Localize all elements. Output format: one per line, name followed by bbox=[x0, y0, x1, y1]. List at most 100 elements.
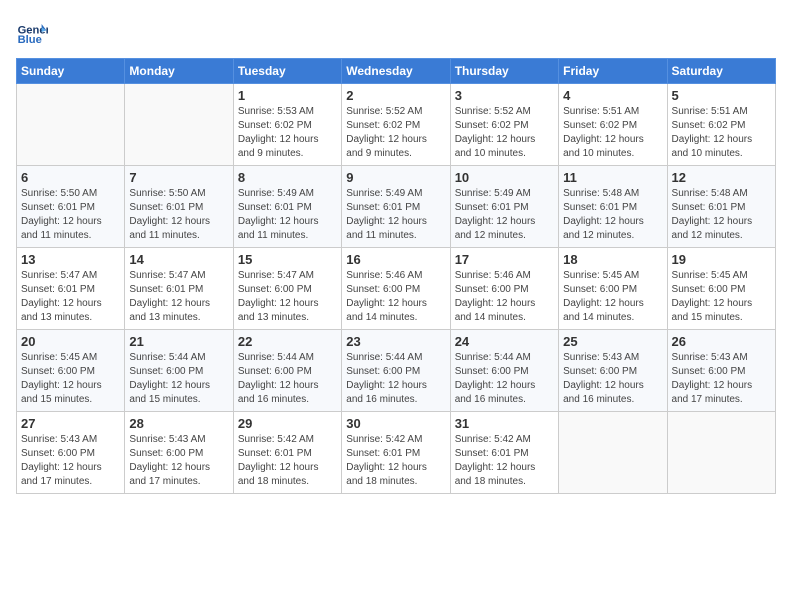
day-info: Sunrise: 5:46 AM Sunset: 6:00 PM Dayligh… bbox=[346, 269, 445, 325]
calendar-cell: 29 Sunrise: 5:42 AM Sunset: 6:01 PM Dayli… bbox=[233, 412, 341, 494]
calendar-cell: 16 Sunrise: 5:46 AM Sunset: 6:00 PM Dayli… bbox=[342, 248, 450, 330]
day-info: Sunrise: 5:50 AM Sunset: 6:01 PM Dayligh… bbox=[129, 187, 228, 243]
day-number: 20 bbox=[21, 334, 120, 349]
calendar-week-row: 6 Sunrise: 5:50 AM Sunset: 6:01 PM Daylig… bbox=[17, 166, 776, 248]
day-number: 5 bbox=[672, 88, 771, 103]
day-info: Sunrise: 5:43 AM Sunset: 6:00 PM Dayligh… bbox=[129, 433, 228, 489]
day-info: Sunrise: 5:47 AM Sunset: 6:01 PM Dayligh… bbox=[129, 269, 228, 325]
calendar-cell: 4 Sunrise: 5:51 AM Sunset: 6:02 PM Daylig… bbox=[559, 84, 667, 166]
day-number: 18 bbox=[563, 252, 662, 267]
day-info: Sunrise: 5:45 AM Sunset: 6:00 PM Dayligh… bbox=[563, 269, 662, 325]
day-info: Sunrise: 5:49 AM Sunset: 6:01 PM Dayligh… bbox=[346, 187, 445, 243]
day-info: Sunrise: 5:44 AM Sunset: 6:00 PM Dayligh… bbox=[346, 351, 445, 407]
day-number: 10 bbox=[455, 170, 554, 185]
calendar-cell: 1Sunrise: 5:53 AM Sunset: 6:02 PM Daylig… bbox=[233, 84, 341, 166]
calendar-cell: 23 Sunrise: 5:44 AM Sunset: 6:00 PM Dayli… bbox=[342, 330, 450, 412]
day-number: 11 bbox=[563, 170, 662, 185]
calendar-week-row: 27 Sunrise: 5:43 AM Sunset: 6:00 PM Dayli… bbox=[17, 412, 776, 494]
day-info: Sunrise: 5:42 AM Sunset: 6:01 PM Dayligh… bbox=[238, 433, 337, 489]
calendar-cell: 10 Sunrise: 5:49 AM Sunset: 6:01 PM Dayli… bbox=[450, 166, 558, 248]
calendar-cell bbox=[559, 412, 667, 494]
day-info: Sunrise: 5:45 AM Sunset: 6:00 PM Dayligh… bbox=[21, 351, 120, 407]
calendar-cell: 3 Sunrise: 5:52 AM Sunset: 6:02 PM Daylig… bbox=[450, 84, 558, 166]
day-info: Sunrise: 5:48 AM Sunset: 6:01 PM Dayligh… bbox=[563, 187, 662, 243]
day-number: 12 bbox=[672, 170, 771, 185]
day-info: Sunrise: 5:46 AM Sunset: 6:00 PM Dayligh… bbox=[455, 269, 554, 325]
calendar-cell: 25Sunrise: 5:43 AM Sunset: 6:00 PM Dayli… bbox=[559, 330, 667, 412]
day-number: 8 bbox=[238, 170, 337, 185]
calendar-cell: 27 Sunrise: 5:43 AM Sunset: 6:00 PM Dayli… bbox=[17, 412, 125, 494]
day-info: Sunrise: 5:44 AM Sunset: 6:00 PM Dayligh… bbox=[455, 351, 554, 407]
calendar-cell bbox=[17, 84, 125, 166]
day-info: Sunrise: 5:51 AM Sunset: 6:02 PM Dayligh… bbox=[563, 105, 662, 161]
calendar-cell: 15 Sunrise: 5:47 AM Sunset: 6:00 PM Dayli… bbox=[233, 248, 341, 330]
calendar-cell: 13 Sunrise: 5:47 AM Sunset: 6:01 PM Dayli… bbox=[17, 248, 125, 330]
calendar-cell: 17 Sunrise: 5:46 AM Sunset: 6:00 PM Dayli… bbox=[450, 248, 558, 330]
calendar-cell bbox=[667, 412, 775, 494]
day-info: Sunrise: 5:48 AM Sunset: 6:01 PM Dayligh… bbox=[672, 187, 771, 243]
day-info: Sunrise: 5:42 AM Sunset: 6:01 PM Dayligh… bbox=[346, 433, 445, 489]
calendar-cell: 18 Sunrise: 5:45 AM Sunset: 6:00 PM Dayli… bbox=[559, 248, 667, 330]
day-number: 7 bbox=[129, 170, 228, 185]
calendar-cell: 11 Sunrise: 5:48 AM Sunset: 6:01 PM Dayli… bbox=[559, 166, 667, 248]
header-cell-wednesday: Wednesday bbox=[342, 59, 450, 84]
calendar-week-row: 13 Sunrise: 5:47 AM Sunset: 6:01 PM Dayli… bbox=[17, 248, 776, 330]
day-number: 13 bbox=[21, 252, 120, 267]
day-number: 17 bbox=[455, 252, 554, 267]
calendar-cell: 8 Sunrise: 5:49 AM Sunset: 6:01 PM Daylig… bbox=[233, 166, 341, 248]
calendar-cell: 7 Sunrise: 5:50 AM Sunset: 6:01 PM Daylig… bbox=[125, 166, 233, 248]
page-header: General Blue bbox=[16, 16, 776, 48]
day-info: Sunrise: 5:49 AM Sunset: 6:01 PM Dayligh… bbox=[455, 187, 554, 243]
day-info: Sunrise: 5:49 AM Sunset: 6:01 PM Dayligh… bbox=[238, 187, 337, 243]
logo-icon: General Blue bbox=[16, 16, 48, 48]
day-number: 9 bbox=[346, 170, 445, 185]
logo: General Blue bbox=[16, 16, 48, 48]
day-number: 2 bbox=[346, 88, 445, 103]
day-number: 24 bbox=[455, 334, 554, 349]
day-number: 28 bbox=[129, 416, 228, 431]
calendar-cell: 14 Sunrise: 5:47 AM Sunset: 6:01 PM Dayli… bbox=[125, 248, 233, 330]
calendar-cell: 20 Sunrise: 5:45 AM Sunset: 6:00 PM Dayli… bbox=[17, 330, 125, 412]
header-cell-thursday: Thursday bbox=[450, 59, 558, 84]
day-number: 23 bbox=[346, 334, 445, 349]
calendar-cell: 19 Sunrise: 5:45 AM Sunset: 6:00 PM Dayli… bbox=[667, 248, 775, 330]
day-info: Sunrise: 5:51 AM Sunset: 6:02 PM Dayligh… bbox=[672, 105, 771, 161]
day-info: Sunrise: 5:43 AM Sunset: 6:00 PM Dayligh… bbox=[21, 433, 120, 489]
day-number: 19 bbox=[672, 252, 771, 267]
day-info: Sunrise: 5:47 AM Sunset: 6:00 PM Dayligh… bbox=[238, 269, 337, 325]
calendar-cell: 28 Sunrise: 5:43 AM Sunset: 6:00 PM Dayli… bbox=[125, 412, 233, 494]
svg-text:Blue: Blue bbox=[18, 34, 42, 46]
day-number: 4 bbox=[563, 88, 662, 103]
day-info: Sunrise: 5:43 AM Sunset: 6:00 PM Dayligh… bbox=[672, 351, 771, 407]
day-number: 22 bbox=[238, 334, 337, 349]
day-info: Sunrise: 5:52 AM Sunset: 6:02 PM Dayligh… bbox=[455, 105, 554, 161]
day-number: 6 bbox=[21, 170, 120, 185]
header-cell-sunday: Sunday bbox=[17, 59, 125, 84]
day-number: 16 bbox=[346, 252, 445, 267]
day-info: Sunrise: 5:42 AM Sunset: 6:01 PM Dayligh… bbox=[455, 433, 554, 489]
calendar-header-row: SundayMondayTuesdayWednesdayThursdayFrid… bbox=[17, 59, 776, 84]
day-info: Sunrise: 5:50 AM Sunset: 6:01 PM Dayligh… bbox=[21, 187, 120, 243]
day-info: Sunrise: 5:45 AM Sunset: 6:00 PM Dayligh… bbox=[672, 269, 771, 325]
day-number: 3 bbox=[455, 88, 554, 103]
header-cell-tuesday: Tuesday bbox=[233, 59, 341, 84]
day-number: 21 bbox=[129, 334, 228, 349]
day-number: 29 bbox=[238, 416, 337, 431]
day-number: 30 bbox=[346, 416, 445, 431]
calendar-week-row: 1Sunrise: 5:53 AM Sunset: 6:02 PM Daylig… bbox=[17, 84, 776, 166]
day-info: Sunrise: 5:47 AM Sunset: 6:01 PM Dayligh… bbox=[21, 269, 120, 325]
day-number: 15 bbox=[238, 252, 337, 267]
day-info: Sunrise: 5:43 AM Sunset: 6:00 PM Dayligh… bbox=[563, 351, 662, 407]
day-number: 14 bbox=[129, 252, 228, 267]
calendar-cell: 21 Sunrise: 5:44 AM Sunset: 6:00 PM Dayli… bbox=[125, 330, 233, 412]
day-number: 27 bbox=[21, 416, 120, 431]
header-cell-saturday: Saturday bbox=[667, 59, 775, 84]
header-cell-monday: Monday bbox=[125, 59, 233, 84]
calendar-cell: 22 Sunrise: 5:44 AM Sunset: 6:00 PM Dayli… bbox=[233, 330, 341, 412]
calendar-cell bbox=[125, 84, 233, 166]
calendar-cell: 2Sunrise: 5:52 AM Sunset: 6:02 PM Daylig… bbox=[342, 84, 450, 166]
day-info: Sunrise: 5:44 AM Sunset: 6:00 PM Dayligh… bbox=[238, 351, 337, 407]
day-info: Sunrise: 5:53 AM Sunset: 6:02 PM Dayligh… bbox=[238, 105, 337, 161]
day-info: Sunrise: 5:44 AM Sunset: 6:00 PM Dayligh… bbox=[129, 351, 228, 407]
calendar-week-row: 20 Sunrise: 5:45 AM Sunset: 6:00 PM Dayli… bbox=[17, 330, 776, 412]
